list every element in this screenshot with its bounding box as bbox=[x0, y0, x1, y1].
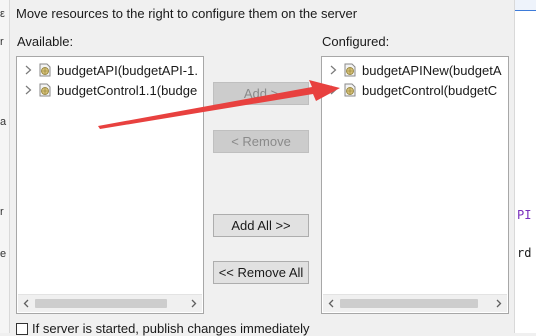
chevron-right-icon[interactable] bbox=[23, 83, 33, 97]
web-project-icon bbox=[37, 82, 53, 98]
add-button[interactable]: Add > bbox=[213, 82, 309, 105]
scrollbar-thumb[interactable] bbox=[35, 299, 167, 308]
dialog-instruction: Move resources to the right to configure… bbox=[16, 6, 358, 21]
tree-item-budgetapinew[interactable]: budgetAPINew(budgetA bbox=[328, 61, 501, 79]
web-project-icon bbox=[37, 62, 53, 78]
background-fragment: r bbox=[0, 36, 4, 48]
editor-code-fragment: rd bbox=[517, 246, 532, 260]
configured-resources-list[interactable]: budgetAPINew(budgetA budgetControl(budge… bbox=[321, 56, 509, 314]
scroll-left-icon[interactable] bbox=[326, 298, 336, 308]
tree-item-label: budgetControl1.1(budge bbox=[57, 82, 198, 98]
web-project-icon bbox=[342, 82, 358, 98]
available-resources-list[interactable]: budgetAPI(budgetAPI-1. budgetControl1.1(… bbox=[16, 56, 204, 314]
background-fragment: r bbox=[0, 206, 4, 218]
add-all-button[interactable]: Add All >> bbox=[213, 214, 309, 237]
chevron-right-icon[interactable] bbox=[23, 63, 33, 77]
tree-item-budgetcontrol[interactable]: budgetControl(budgetC bbox=[328, 81, 497, 99]
background-left-edge: ε r a r e bbox=[0, 0, 10, 333]
configured-label: Configured: bbox=[322, 34, 390, 49]
tree-item-budgetapi[interactable]: budgetAPI(budgetAPI-1. bbox=[23, 61, 198, 79]
horizontal-scrollbar[interactable] bbox=[18, 294, 202, 312]
scroll-left-icon[interactable] bbox=[21, 298, 31, 308]
scroll-right-icon[interactable] bbox=[189, 298, 199, 308]
chevron-right-icon[interactable] bbox=[328, 83, 338, 97]
background-fragment: e bbox=[0, 248, 7, 260]
tree-item-label: budgetControl(budgetC bbox=[362, 82, 498, 98]
web-project-icon bbox=[342, 62, 358, 78]
editor-tab-strip bbox=[515, 0, 536, 11]
tree-item-label: budgetAPI(budgetAPI-1. bbox=[57, 62, 198, 78]
scroll-right-icon[interactable] bbox=[494, 298, 504, 308]
publish-immediately-option[interactable]: If server is started, publish changes im… bbox=[16, 321, 309, 336]
background-fragment: ε bbox=[0, 8, 5, 20]
remove-button[interactable]: < Remove bbox=[213, 130, 309, 153]
available-label: Available: bbox=[17, 34, 74, 49]
background-editor-edge: PI rd bbox=[514, 0, 536, 333]
remove-all-button[interactable]: << Remove All bbox=[213, 261, 309, 284]
background-fragment: a bbox=[0, 116, 7, 128]
tree-item-label: budgetAPINew(budgetA bbox=[362, 62, 502, 78]
editor-code-fragment: PI bbox=[517, 208, 532, 222]
publish-immediately-label: If server is started, publish changes im… bbox=[32, 321, 310, 336]
horizontal-scrollbar[interactable] bbox=[323, 294, 507, 312]
tree-item-budgetcontrol11[interactable]: budgetControl1.1(budge bbox=[23, 81, 197, 99]
chevron-right-icon[interactable] bbox=[328, 63, 338, 77]
scrollbar-thumb[interactable] bbox=[340, 299, 478, 308]
